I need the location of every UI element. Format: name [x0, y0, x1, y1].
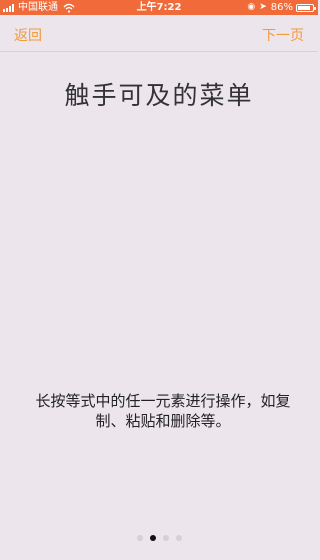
next-page-button[interactable]: 下一页	[262, 25, 304, 45]
navigation-bar: 返回 下一页	[0, 15, 318, 52]
battery-icon	[296, 3, 316, 12]
orientation-lock-icon: ◉	[247, 2, 256, 12]
page-indicator[interactable]	[0, 535, 318, 541]
page-dot[interactable]	[149, 535, 156, 541]
page-dot[interactable]	[175, 535, 182, 541]
battery-percent: 86%	[270, 2, 293, 13]
status-bar: 中国联通 上午7:22 ◉ ➤ 86%	[0, 0, 318, 15]
page-dot[interactable]	[136, 535, 143, 541]
feature-description: 长按等式中的任一元素进行操作，如复制、粘贴和删除等。	[35, 392, 291, 430]
battery-fill	[298, 5, 310, 10]
location-icon: ➤	[259, 2, 267, 12]
back-button[interactable]: 返回	[14, 25, 42, 45]
status-right: ◉ ➤ 86%	[247, 0, 316, 15]
page-title: 触手可及的菜单	[64, 81, 254, 110]
page-dot[interactable]	[162, 535, 169, 541]
